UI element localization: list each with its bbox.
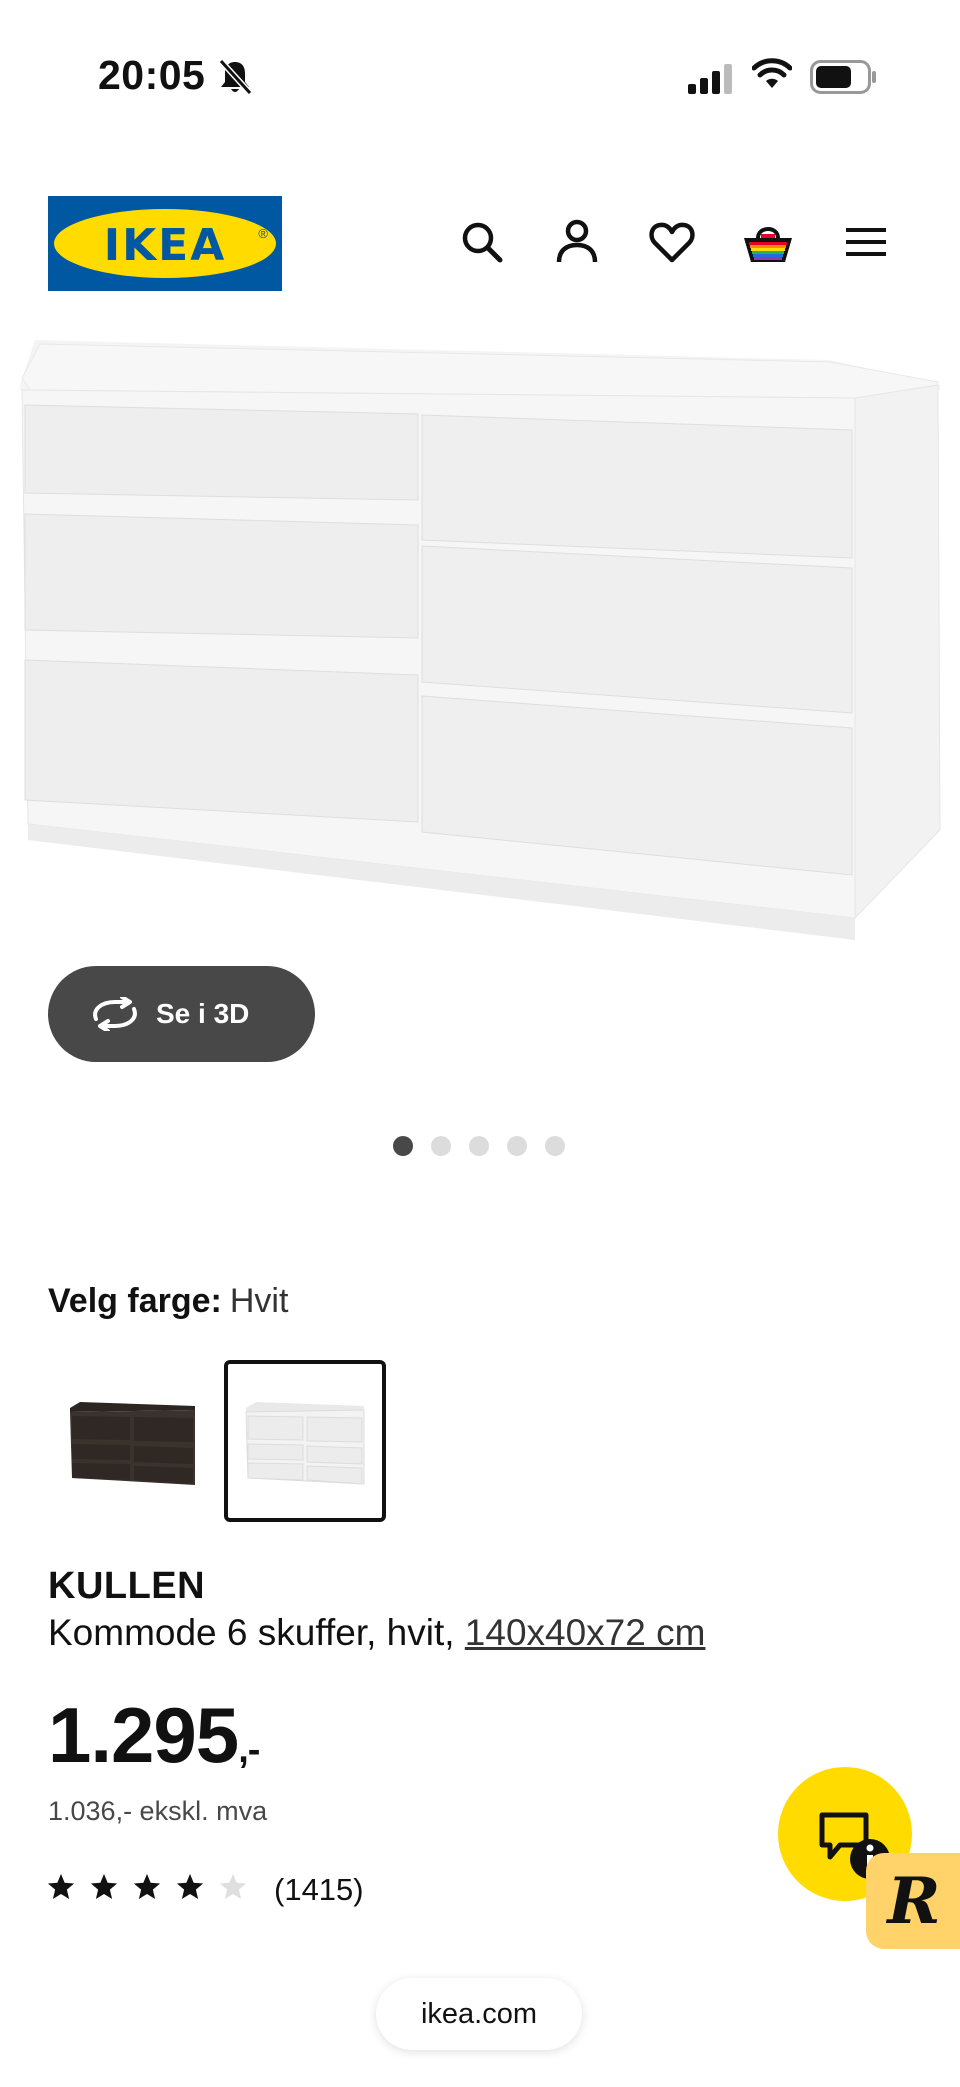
star-empty-icon bbox=[219, 1873, 247, 1899]
signal-icon bbox=[688, 64, 734, 99]
product-name: KULLEN bbox=[48, 1565, 206, 1607]
price-main: 1.295 bbox=[48, 1691, 239, 1779]
product-image[interactable] bbox=[0, 330, 960, 940]
product-description: Kommode 6 skuffer, hvit, 140x40x72 cm bbox=[48, 1612, 705, 1654]
view-3d-button[interactable]: Se i 3D bbox=[48, 966, 315, 1062]
r-extension-icon[interactable]: R bbox=[866, 1853, 960, 1949]
star-filled-icon bbox=[176, 1873, 204, 1899]
wifi-icon bbox=[751, 58, 793, 95]
review-count[interactable]: (1415) bbox=[274, 1872, 364, 1908]
heart-icon[interactable] bbox=[648, 218, 696, 266]
menu-icon[interactable] bbox=[842, 218, 890, 266]
star-filled-icon bbox=[47, 1873, 75, 1899]
battery-icon bbox=[810, 60, 878, 99]
carousel-dot[interactable] bbox=[431, 1136, 451, 1156]
rotate-3d-icon bbox=[93, 997, 137, 1031]
color-value: Hvit bbox=[229, 1282, 289, 1320]
bell-off-icon bbox=[218, 58, 253, 101]
color-option-black-brown[interactable] bbox=[50, 1360, 212, 1522]
color-option-white[interactable] bbox=[224, 1360, 386, 1522]
color-label: Velg farge: bbox=[48, 1282, 222, 1320]
star-filled-icon bbox=[90, 1873, 118, 1899]
price-suffix: ,- bbox=[238, 1729, 260, 1771]
carousel-dot[interactable] bbox=[469, 1136, 489, 1156]
color-selector-label: Velg farge: Hvit bbox=[48, 1282, 288, 1321]
carousel-dot[interactable] bbox=[393, 1136, 413, 1156]
ikea-logo[interactable]: IKEA ® bbox=[48, 196, 282, 291]
star-filled-icon bbox=[133, 1873, 161, 1899]
product-price: 1.295,- bbox=[48, 1690, 260, 1781]
account-icon[interactable] bbox=[553, 218, 601, 266]
browser-url-bar[interactable]: ikea.com bbox=[376, 1978, 582, 2050]
product-dimensions-link[interactable]: 140x40x72 cm bbox=[465, 1612, 706, 1653]
carousel-dot[interactable] bbox=[507, 1136, 527, 1156]
carousel-dot[interactable] bbox=[545, 1136, 565, 1156]
logo-text: IKEA bbox=[103, 220, 227, 271]
status-time: 20:05 bbox=[98, 52, 206, 98]
product-description-text: Kommode 6 skuffer, hvit, bbox=[48, 1612, 455, 1653]
carousel-dots bbox=[393, 1136, 565, 1156]
registered-mark: ® bbox=[258, 226, 268, 241]
price-ex-vat: 1.036,- ekskl. mva bbox=[48, 1796, 268, 1826]
search-icon[interactable] bbox=[458, 218, 506, 266]
view-3d-label: Se i 3D bbox=[156, 998, 250, 1029]
rating-stars[interactable] bbox=[46, 1872, 248, 1902]
shopping-basket-icon[interactable] bbox=[742, 218, 794, 266]
